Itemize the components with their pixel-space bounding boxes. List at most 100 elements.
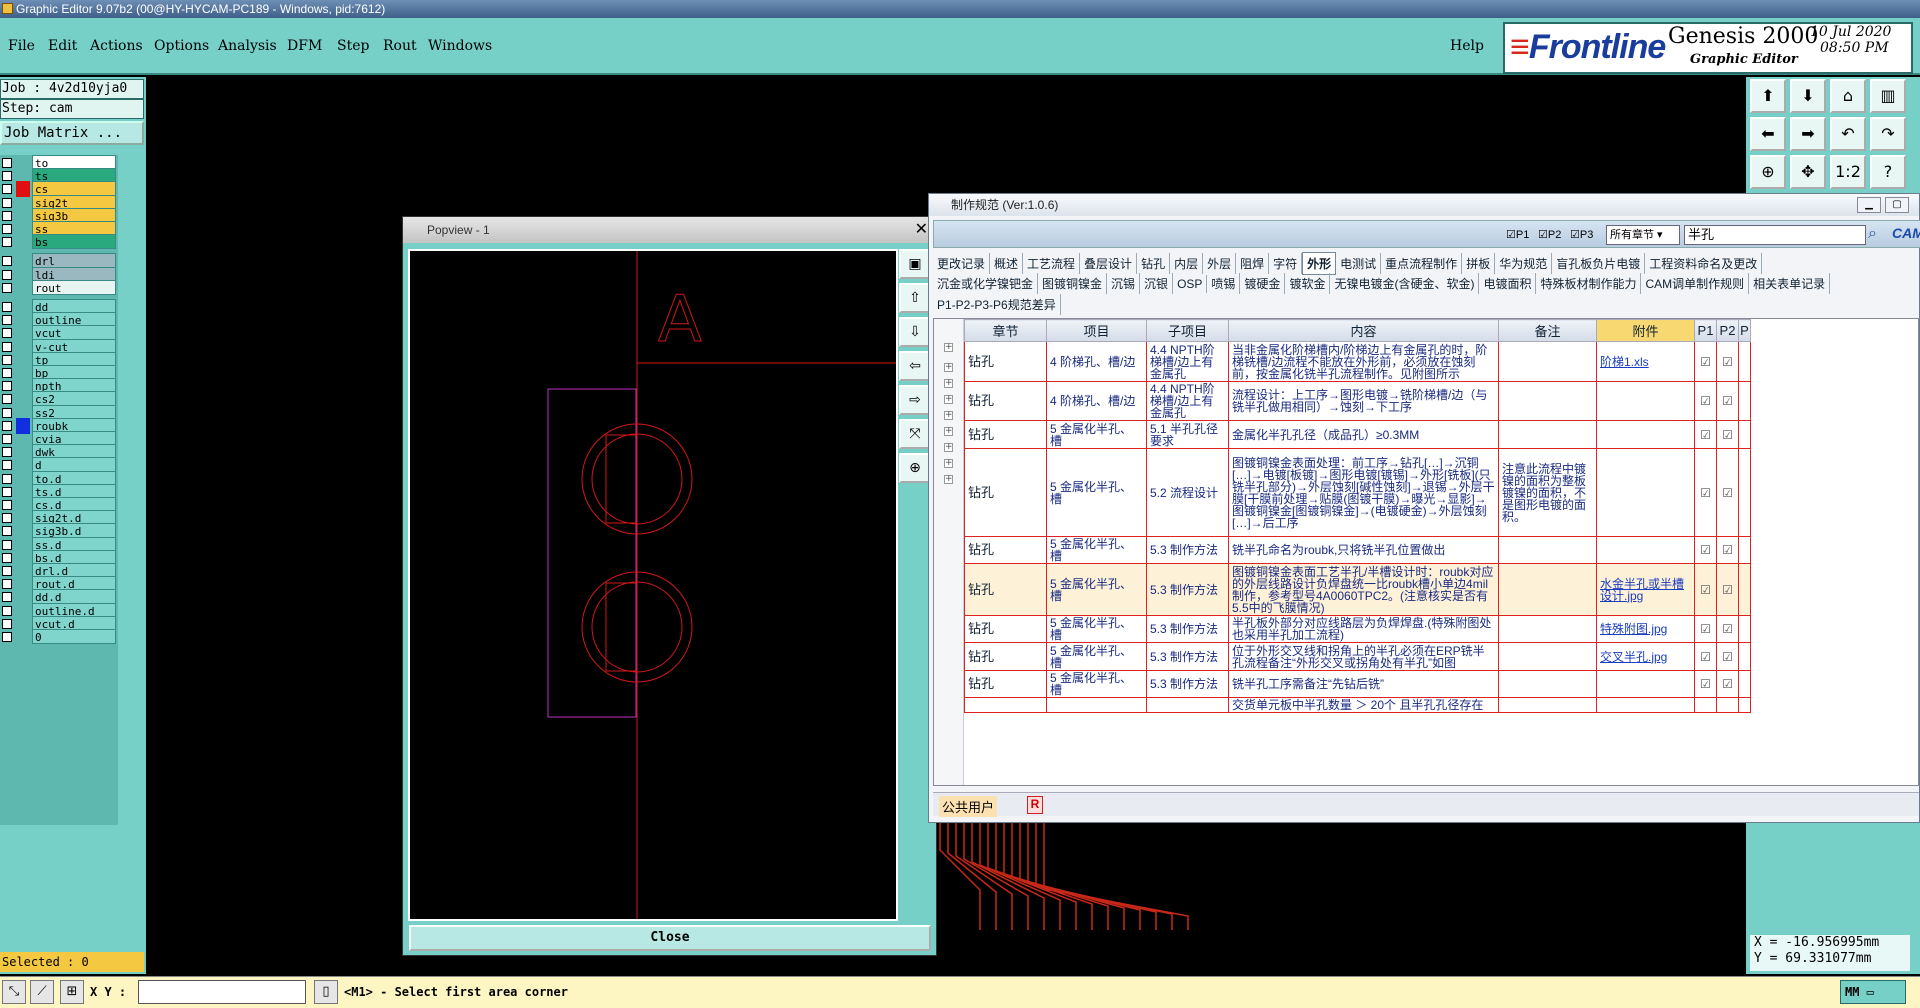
- spec-tab[interactable]: 工艺流程: [1023, 253, 1081, 274]
- menu-windows[interactable]: Windows: [428, 38, 492, 54]
- layer-checkbox[interactable]: [2, 605, 12, 616]
- menu-actions[interactable]: Actions: [90, 38, 143, 54]
- spec-tab[interactable]: 叠层设计: [1080, 253, 1138, 274]
- table-row[interactable]: 钻孔 5 金属化半孔、槽 5.3 制作方法 铣半孔命名为roubk,只将铣半孔位置做出…: [964, 536, 1751, 564]
- layer-checkbox[interactable]: [2, 579, 12, 590]
- spec-tab[interactable]: 概述: [990, 253, 1024, 274]
- layer-name[interactable]: rout: [32, 279, 116, 295]
- spec-tab[interactable]: 无镍电镀金(含硬金、软金): [1330, 273, 1480, 294]
- popview-tool-4[interactable]: ⇦: [899, 351, 931, 381]
- home-icon[interactable]: ⌂: [1830, 79, 1866, 113]
- layer-checkbox[interactable]: [2, 302, 12, 312]
- column-header[interactable]: P: [1738, 319, 1751, 342]
- spec-tab[interactable]: P1-P2-P3-P6规范差异: [933, 294, 1061, 315]
- layer-checkbox[interactable]: [2, 315, 12, 326]
- spec-tab[interactable]: 镀硬金: [1240, 273, 1286, 294]
- spec-tab[interactable]: 电镀面积: [1479, 273, 1537, 294]
- layer-row[interactable]: rout: [0, 279, 118, 296]
- layer-checkbox[interactable]: [2, 592, 12, 603]
- layer-checkbox[interactable]: [2, 328, 12, 339]
- layer-checkbox[interactable]: [2, 368, 12, 378]
- spec-tab[interactable]: 特殊板材制作能力: [1536, 273, 1642, 294]
- layer-checkbox[interactable]: [2, 407, 12, 418]
- layer-name[interactable]: bs: [32, 234, 116, 250]
- layer-checkbox[interactable]: [2, 566, 12, 576]
- layer-checkbox[interactable]: [2, 210, 12, 221]
- layer-checkbox[interactable]: [2, 434, 12, 444]
- down-icon[interactable]: ⬇: [1790, 79, 1826, 113]
- table-row[interactable]: 钻孔 5 金属化半孔、槽 5.3 制作方法 铣半孔工序需备注“先钻后铣” ☑ ☑: [964, 670, 1751, 698]
- layer-checkbox[interactable]: [2, 237, 12, 248]
- minimize-icon[interactable]: ▁: [1857, 197, 1881, 213]
- expand-icon[interactable]: +: [944, 411, 953, 420]
- menu-edit[interactable]: Edit: [48, 38, 77, 54]
- layer-checkbox[interactable]: [2, 420, 12, 431]
- undo-icon[interactable]: ↶: [1830, 117, 1866, 151]
- layer-checkbox[interactable]: [2, 184, 12, 195]
- layer-checkbox[interactable]: [2, 500, 12, 510]
- expand-icon[interactable]: +: [944, 363, 953, 372]
- popview-tool-7[interactable]: ⊕: [899, 453, 931, 483]
- xy-input[interactable]: [138, 980, 306, 1004]
- spec-tab[interactable]: OSP: [1173, 275, 1208, 293]
- table-row[interactable]: 钻孔 4 阶梯孔、槽/边 4.4 NPTH阶梯槽/边上有金属孔 当非金属化阶梯槽内/阶…: [964, 341, 1751, 382]
- spec-tab[interactable]: 沉银: [1140, 273, 1174, 294]
- job-matrix-button[interactable]: Job Matrix ...: [0, 121, 144, 145]
- redo-icon[interactable]: ↷: [1870, 117, 1906, 151]
- layer-checkbox[interactable]: [2, 354, 12, 365]
- table-row[interactable]: 钻孔 4 阶梯孔、槽/边 4.4 NPTH阶梯槽/边上有金属孔 流程设计：上工序→图形…: [964, 381, 1751, 421]
- spec-tab[interactable]: 字符: [1269, 253, 1303, 274]
- layer-checkbox[interactable]: [2, 539, 12, 550]
- layer-checkbox[interactable]: [2, 447, 12, 458]
- grid-icon[interactable]: ⊞: [60, 980, 84, 1004]
- spec-tab[interactable]: 外层: [1203, 253, 1237, 274]
- zoom-icon[interactable]: ⊕: [1750, 155, 1786, 189]
- menu-analysis[interactable]: Analysis: [218, 38, 277, 54]
- filter-p3[interactable]: ☑P3: [1570, 228, 1593, 241]
- right-icon[interactable]: ➡: [1790, 117, 1826, 151]
- table-row[interactable]: 钻孔 5 金属化半孔、槽 5.3 制作方法 图镀铜镍金表面工艺半孔/半槽设计时：rou…: [964, 563, 1751, 616]
- table-row[interactable]: 钻孔 5 金属化半孔、槽 5.3 制作方法 半孔板外部分对应线路层为负焊焊盘.(特殊附…: [964, 615, 1751, 643]
- menu-options[interactable]: Options: [154, 38, 209, 54]
- column-header[interactable]: 项目: [1046, 319, 1147, 342]
- spec-tab[interactable]: 阻焊: [1236, 253, 1270, 274]
- spec-tab[interactable]: 重点流程制作: [1381, 253, 1463, 274]
- center-icon[interactable]: ✥: [1790, 155, 1826, 189]
- menu-help[interactable]: Help: [1450, 38, 1484, 54]
- layer-checkbox[interactable]: [2, 381, 12, 392]
- spec-tab[interactable]: 盲孔板负片电镀: [1552, 253, 1646, 274]
- table-row[interactable]: 钻孔 5 金属化半孔、槽 5.2 流程设计 图镀铜镍金表面处理：前工序→钻孔[…]→沉…: [964, 448, 1751, 537]
- attachment-link[interactable]: 水金半孔或半槽设计.jpg: [1600, 577, 1684, 603]
- layer-checkbox[interactable]: [2, 341, 12, 352]
- popview-tool-5[interactable]: ⇨: [899, 385, 931, 415]
- popview-canvas[interactable]: A: [408, 249, 898, 921]
- input-toggle-icon[interactable]: ▯: [314, 980, 338, 1004]
- layer-row[interactable]: bs: [0, 234, 118, 250]
- popview-close-button[interactable]: Close: [409, 925, 931, 951]
- layer-checkbox[interactable]: [2, 513, 12, 524]
- up-icon[interactable]: ⬆: [1750, 79, 1786, 113]
- expand-icon[interactable]: +: [944, 395, 953, 404]
- menu-dfm[interactable]: DFM: [287, 38, 322, 54]
- expand-icon[interactable]: +: [944, 459, 953, 468]
- measure-icon[interactable]: ⟋: [30, 980, 54, 1004]
- filter-p2[interactable]: ☑P2: [1538, 228, 1561, 241]
- layer-checkbox[interactable]: [2, 486, 12, 497]
- layer-checkbox[interactable]: [2, 552, 12, 563]
- help-icon[interactable]: ?: [1870, 155, 1906, 189]
- layer-checkbox[interactable]: [2, 473, 12, 484]
- attachment-link[interactable]: 特殊附图.jpg: [1600, 622, 1667, 636]
- layer-checkbox[interactable]: [2, 158, 12, 168]
- expand-icon[interactable]: +: [944, 443, 953, 452]
- column-header[interactable]: 附件: [1596, 319, 1695, 342]
- spec-tab[interactable]: 工程资料命名及更改: [1645, 253, 1763, 274]
- column-header[interactable]: P1: [1694, 319, 1717, 342]
- spec-tab[interactable]: 电测试: [1336, 253, 1382, 274]
- filter-p1[interactable]: ☑P1: [1506, 228, 1529, 241]
- popview-tool-6[interactable]: ⤧: [899, 419, 931, 449]
- layer-checkbox[interactable]: [2, 171, 12, 182]
- expand-icon[interactable]: +: [944, 343, 953, 352]
- popview-tool-2[interactable]: ⇧: [899, 283, 931, 313]
- layer-checkbox[interactable]: [2, 618, 12, 629]
- layer-row[interactable]: 0: [0, 629, 118, 645]
